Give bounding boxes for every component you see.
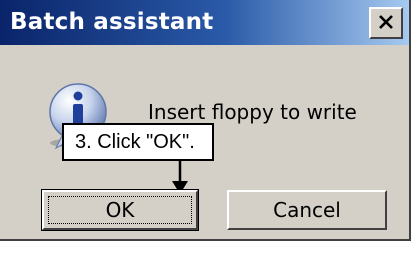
title-bar[interactable]: Batch assistant: [0, 0, 409, 45]
window-title: Batch assistant: [10, 9, 214, 35]
instruction-callout: 3. Click "OK".: [62, 123, 214, 161]
ok-button[interactable]: OK: [41, 189, 199, 231]
close-button[interactable]: [369, 7, 403, 39]
message-text: Insert floppy to write: [148, 100, 357, 124]
dialog-window: Batch assistant Insert floppy to write 3…: [0, 0, 411, 241]
close-icon: [379, 15, 393, 29]
cancel-button[interactable]: Cancel: [227, 190, 387, 230]
focus-rect: [48, 196, 192, 224]
cancel-button-label: Cancel: [273, 198, 341, 222]
